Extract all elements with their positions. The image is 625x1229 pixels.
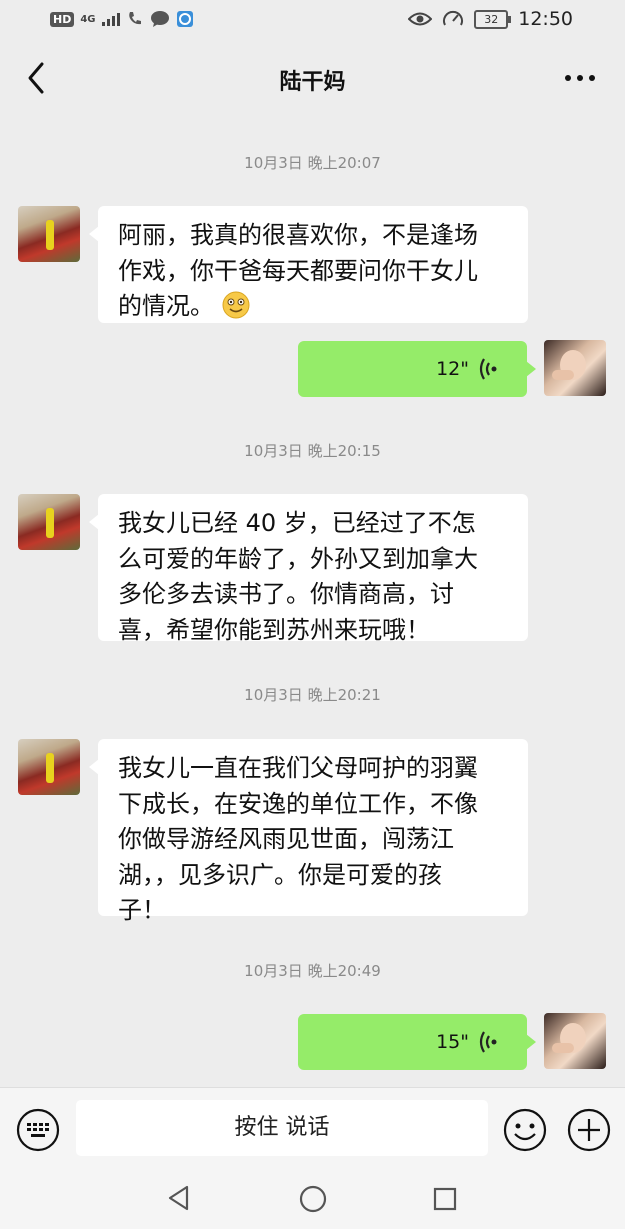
battery-icon: 32 [474,9,512,29]
signal-icon [101,12,120,26]
message-line: 我女儿一直在我们父母呵护的羽翼 [118,754,478,782]
status-bar: HD 4G 32 12:50 [0,0,625,44]
message-line: 喜，希望你能到苏州来玩哦！ [118,615,430,644]
message-line: 我女儿已经 40 岁，已经过了不怎 [118,509,476,537]
status-time: 12:50 [518,8,573,30]
message-line: 么可爱的年龄了，外孙又到加拿大 [118,544,478,573]
voice-message-bubble[interactable]: 12" [298,341,536,397]
browser-icon [176,11,193,27]
message-line: 下成长，在安逸的单位工作，不像 [118,789,478,818]
keyboard-icon[interactable] [16,1108,60,1152]
nav-recent-icon[interactable] [432,1186,458,1212]
avatar[interactable] [18,739,80,795]
avatar[interactable] [18,494,80,550]
my-avatar[interactable] [544,340,606,396]
message-line: 湖，，见多识广。你是可爱的孩 [118,860,442,889]
more-icon[interactable] [563,66,597,90]
voice-wave-icon [479,358,497,380]
timestamp: 10月3日 晚上20:07 [244,154,381,172]
message-line: 的情况。 [118,292,214,320]
emoji-icon[interactable] [502,1107,548,1153]
message-line: 你做导游经风雨见世面，闯荡江 [118,825,454,853]
chat-header: 陆干妈 [0,44,625,114]
hold-to-talk-button[interactable]: 按住 说话 [76,1100,488,1156]
message-line: 作戏，你干爸每天都要问你干女儿 [118,256,478,285]
network-type: 4G [80,13,96,25]
speed-icon [443,10,464,26]
message-line: 子！ [118,896,166,924]
message-bubble[interactable]: 我女儿已经 40 岁，已经过了不怎 么可爱的年龄了，外孙又到加拿大 多伦多去读书… [89,494,528,644]
eye-icon [408,12,433,26]
nav-back-icon[interactable] [165,1184,193,1212]
plus-icon[interactable] [566,1107,612,1153]
message-line: 阿丽，我真的很喜欢你，不是逢场 [118,221,478,249]
voice-duration: 12" [436,358,469,380]
nav-home-icon[interactable] [298,1184,328,1214]
system-nav-bar [0,1170,625,1229]
timestamp: 10月3日 晚上20:21 [244,686,381,704]
message-line: 多伦多去读书了。你情商高，讨 [118,580,454,608]
chat-title: 陆干妈 [279,70,346,95]
message-bubble[interactable]: 我女儿一直在我们父母呵护的羽翼 下成长，在安逸的单位工作，不像 你做导游经风雨见… [89,739,528,924]
timestamp: 10月3日 晚上20:49 [244,962,381,980]
voice-wave-icon [479,1031,497,1053]
smile-emoji-icon [222,291,250,319]
timestamp: 10月3日 晚上20:15 [244,442,381,460]
voice-duration: 15" [436,1031,469,1053]
message-bubble[interactable]: 阿丽，我真的很喜欢你，不是逢场 作戏，你干爸每天都要问你干女儿 的情况。 [89,206,528,323]
my-avatar[interactable] [544,1013,606,1069]
call-icon [128,12,141,25]
input-bar: 按住 说话 [0,1087,625,1171]
hd-indicator: HD [50,11,75,27]
voice-message-bubble[interactable]: 15" [298,1014,536,1070]
avatar[interactable] [18,206,80,262]
message-icon [150,11,169,27]
